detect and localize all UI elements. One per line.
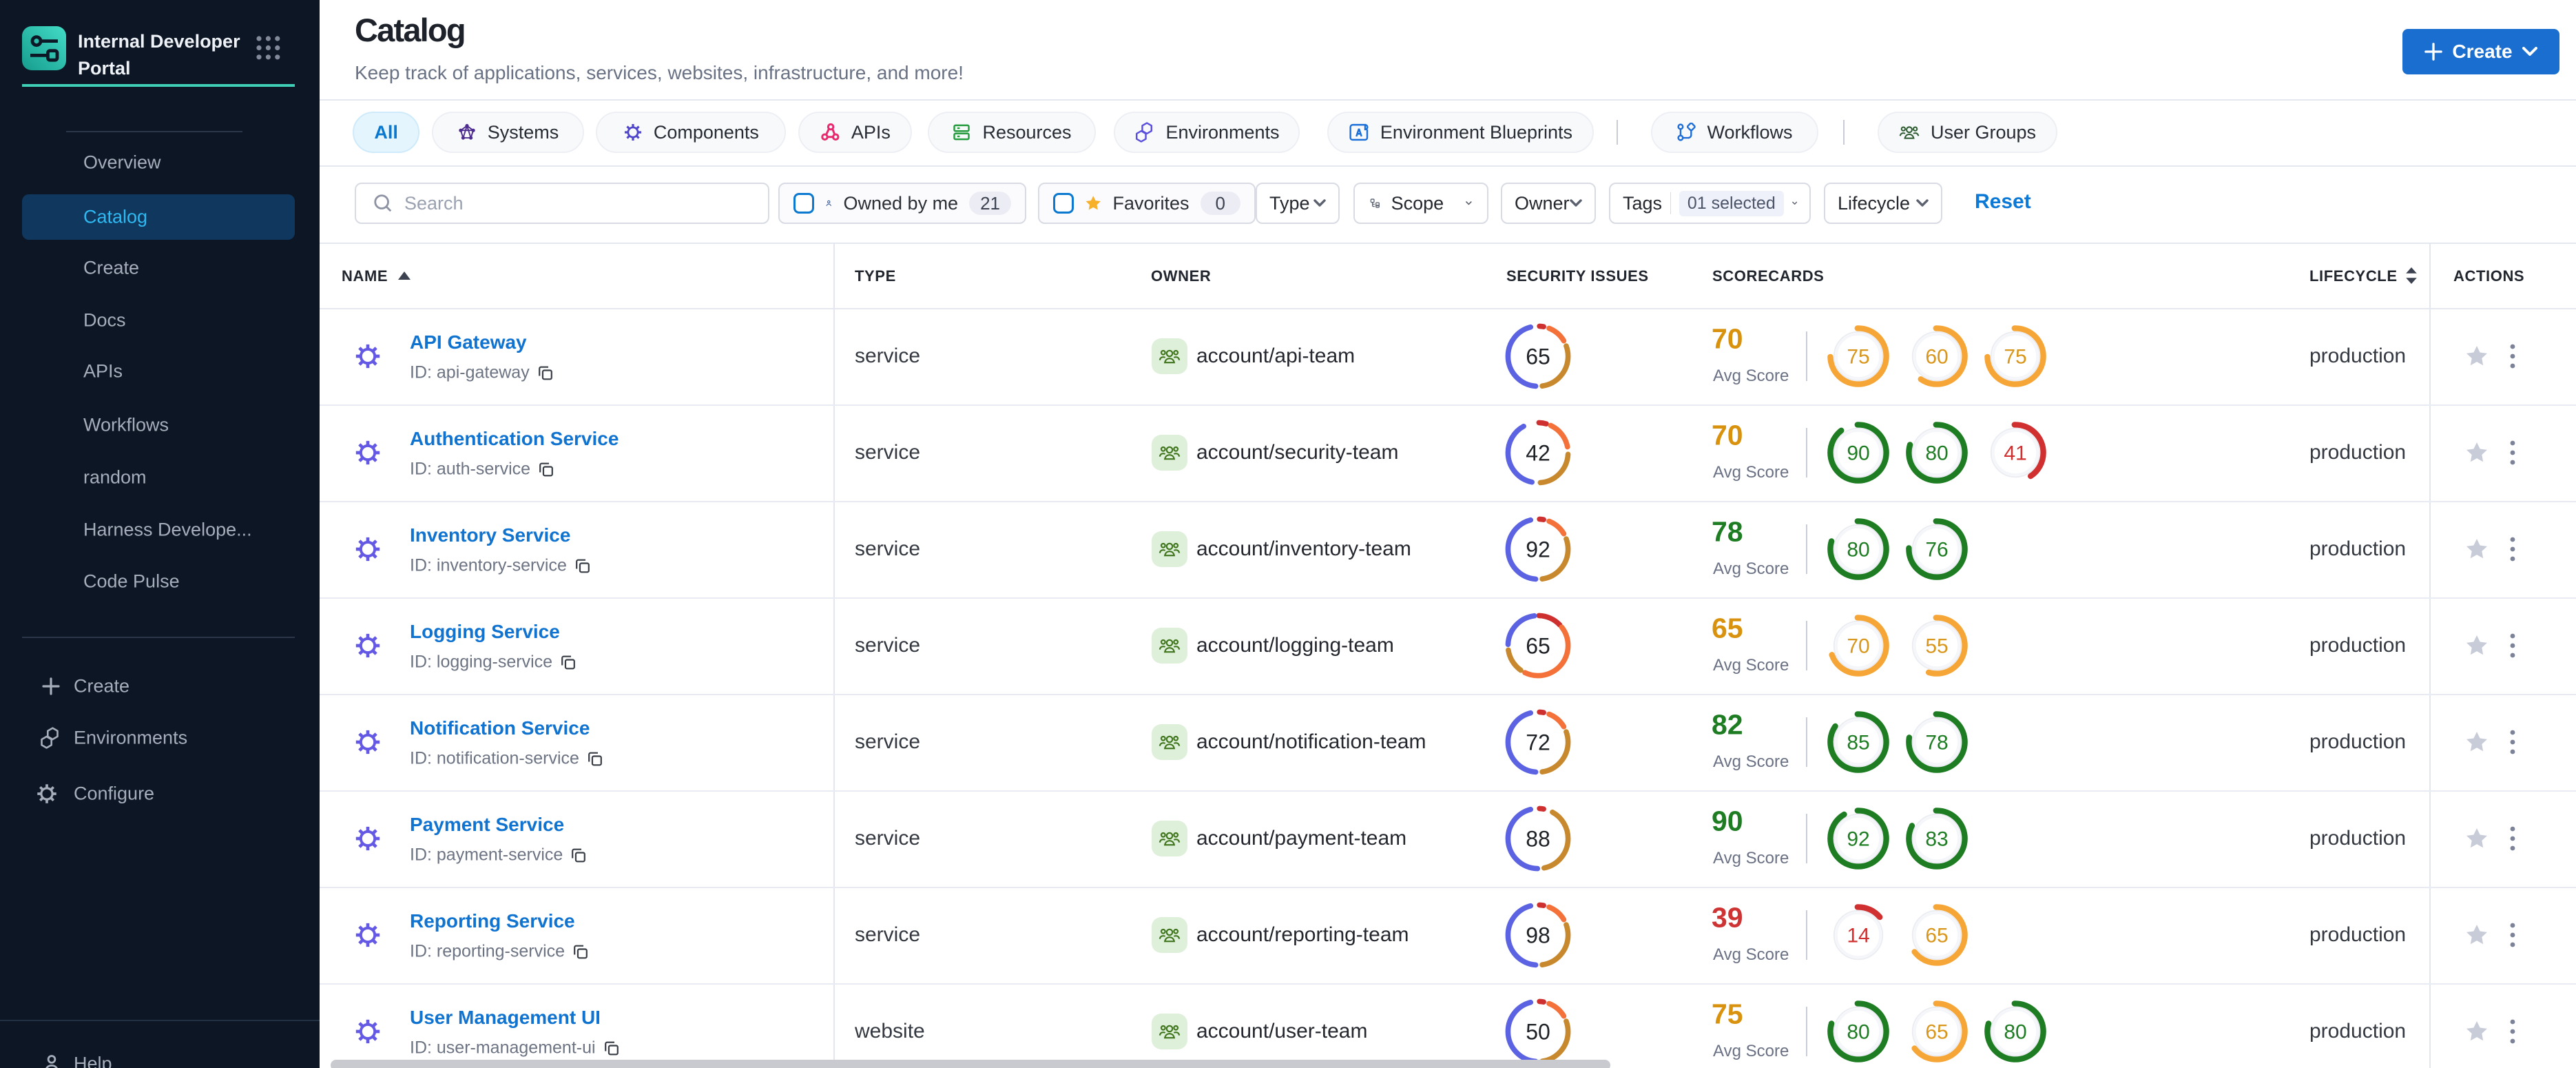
svg-text:75: 75 <box>2004 346 2026 369</box>
svg-text:65: 65 <box>1526 633 1550 658</box>
svg-text:50: 50 <box>1526 1019 1550 1044</box>
svg-text:65: 65 <box>1526 344 1550 369</box>
svg-text:80: 80 <box>1847 1021 1869 1044</box>
svg-text:60: 60 <box>1925 346 1948 369</box>
svg-text:42: 42 <box>1526 440 1550 465</box>
svg-text:88: 88 <box>1526 826 1550 851</box>
svg-text:80: 80 <box>1925 442 1948 465</box>
svg-text:75: 75 <box>1847 346 1869 369</box>
svg-text:85: 85 <box>1847 732 1869 754</box>
svg-text:65: 65 <box>1925 1021 1948 1044</box>
svg-text:76: 76 <box>1925 539 1948 562</box>
svg-text:98: 98 <box>1526 923 1550 947</box>
svg-text:80: 80 <box>2004 1021 2026 1044</box>
svg-text:83: 83 <box>1925 828 1948 851</box>
svg-text:92: 92 <box>1847 828 1869 851</box>
svg-text:80: 80 <box>1847 539 1869 562</box>
svg-text:78: 78 <box>1925 732 1948 754</box>
svg-text:41: 41 <box>2004 442 2026 465</box>
svg-text:90: 90 <box>1847 442 1869 465</box>
svg-text:92: 92 <box>1526 537 1550 562</box>
svg-text:72: 72 <box>1526 730 1550 754</box>
svg-text:65: 65 <box>1925 925 1948 947</box>
svg-text:14: 14 <box>1847 925 1869 947</box>
svg-text:70: 70 <box>1847 635 1869 658</box>
svg-text:55: 55 <box>1925 635 1948 658</box>
